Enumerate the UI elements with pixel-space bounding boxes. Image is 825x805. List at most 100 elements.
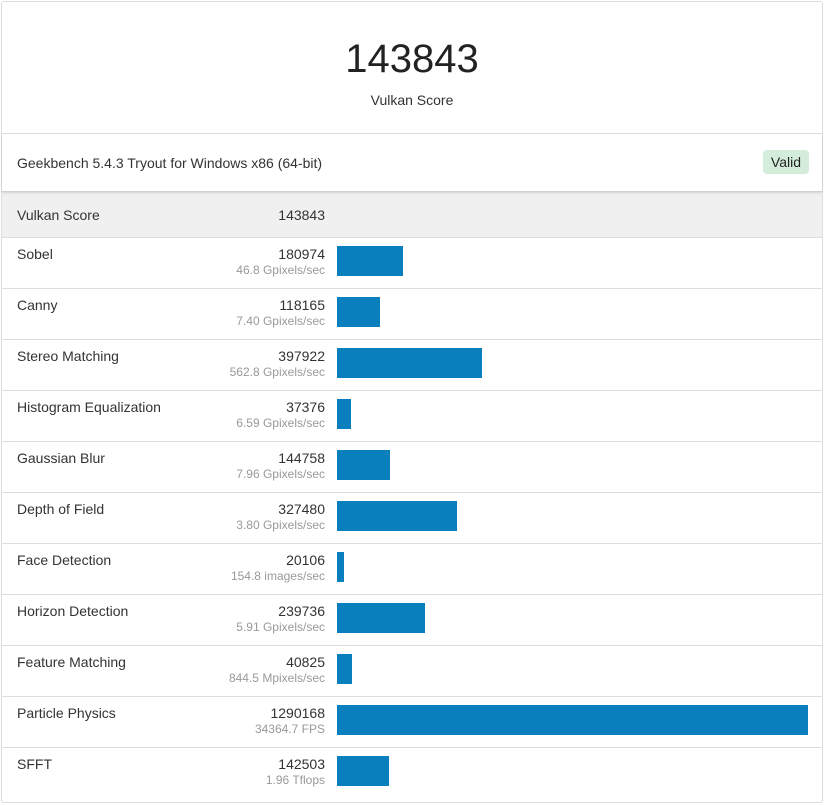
benchmark-score-cell: 142503 1.96 Tflops [208, 748, 325, 799]
overall-score-label: Vulkan Score [370, 92, 454, 108]
bar-track [337, 297, 808, 327]
bar-track [337, 552, 808, 582]
score-bar [337, 450, 390, 480]
bar-track [337, 450, 808, 480]
benchmark-score-cell: 327480 3.80 Gpixels/sec [207, 492, 325, 544]
table-row: Feature Matching 40825 844.5 Mpixels/sec [2, 645, 822, 697]
table-row: Particle Physics 1290168 34364.7 FPS [2, 696, 822, 748]
benchmark-bar-cell [325, 594, 822, 646]
status-badge: Valid [762, 150, 809, 174]
results-panel: 143843 Vulkan Score Geekbench 5.4.3 Tryo… [1, 1, 823, 803]
benchmark-score: 20106 [286, 552, 325, 568]
benchmark-name: Horizon Detection [2, 594, 208, 646]
benchmark-bar-cell [325, 543, 822, 595]
benchmark-name: Sobel [2, 237, 208, 289]
benchmark-score-cell: 180974 46.8 Gpixels/sec [207, 237, 325, 289]
score-bar [337, 552, 345, 582]
benchmark-score-cell: 397922 562.8 Gpixels/sec [207, 339, 325, 391]
benchmark-score-cell: 118165 7.40 Gpixels/sec [207, 288, 325, 340]
score-bar [337, 705, 808, 735]
benchmark-rate: 7.96 Gpixels/sec [236, 467, 325, 481]
bar-track [337, 705, 808, 735]
score-bar [337, 297, 381, 327]
bar-track [337, 246, 808, 276]
version-text: Geekbench 5.4.3 Tryout for Windows x86 (… [17, 155, 323, 171]
benchmark-bar-cell [325, 339, 822, 391]
score-bar [337, 399, 351, 429]
table-row: Face Detection 20106 154.8 images/sec [2, 543, 822, 595]
score-header: 143843 Vulkan Score [2, 2, 822, 134]
benchmark-rate: 844.5 Mpixels/sec [228, 671, 325, 685]
benchmark-score: 118165 [279, 297, 325, 313]
benchmark-rate: 154.8 images/sec [230, 569, 325, 583]
overall-score: 143843 [345, 37, 479, 81]
bar-track [337, 348, 808, 378]
benchmark-rate: 6.59 Gpixels/sec [236, 416, 325, 430]
benchmark-name: Histogram Equalization [2, 390, 208, 442]
benchmark-score: 144758 [278, 450, 325, 466]
benchmark-score: 1290168 [270, 705, 325, 721]
table-row: Depth of Field 327480 3.80 Gpixels/sec [2, 492, 822, 544]
benchmark-bar-cell [325, 492, 822, 544]
benchmark-rate: 1.96 Tflops [265, 773, 325, 787]
table-row: SFFT 142503 1.96 Tflops [2, 748, 822, 799]
benchmark-score-cell: 239736 5.91 Gpixels/sec [207, 594, 325, 646]
benchmark-rate: 7.40 Gpixels/sec [236, 314, 325, 328]
score-bar [337, 501, 457, 531]
score-bar [337, 654, 352, 684]
benchmark-rate: 46.8 Gpixels/sec [236, 263, 325, 277]
benchmark-name: Depth of Field [2, 492, 208, 544]
table-row: Canny 118165 7.40 Gpixels/sec [2, 288, 822, 340]
bar-track [337, 603, 808, 633]
benchmark-name: Stereo Matching [2, 339, 208, 391]
benchmark-score: 37376 [286, 399, 325, 415]
benchmark-name: Face Detection [2, 543, 208, 595]
benchmark-name: Feature Matching [2, 645, 208, 697]
benchmark-bar-cell [325, 237, 822, 289]
score-bar [337, 246, 404, 276]
benchmark-rate: 3.80 Gpixels/sec [236, 518, 325, 532]
total-row: Vulkan Score 143843 [2, 192, 822, 238]
benchmark-score-cell: 37376 6.59 Gpixels/sec [207, 390, 325, 442]
bar-track [337, 501, 808, 531]
bar-track [337, 756, 808, 786]
benchmark-bar-cell [325, 748, 822, 799]
benchmark-score-cell: 40825 844.5 Mpixels/sec [207, 645, 325, 697]
table-row: Sobel 180974 46.8 Gpixels/sec [2, 237, 822, 289]
benchmark-score: 327480 [278, 501, 325, 517]
benchmark-score-cell: 20106 154.8 images/sec [207, 543, 325, 595]
benchmark-rate: 562.8 Gpixels/sec [229, 365, 325, 379]
benchmark-score: 142503 [278, 756, 325, 772]
total-name: Vulkan Score [2, 192, 208, 238]
info-bar: Geekbench 5.4.3 Tryout for Windows x86 (… [2, 134, 822, 192]
score-bar [337, 603, 425, 633]
benchmark-score: 397922 [278, 348, 325, 364]
table-row: Gaussian Blur 144758 7.96 Gpixels/sec [2, 441, 822, 493]
table-row: Stereo Matching 397922 562.8 Gpixels/sec [2, 339, 822, 391]
benchmark-rate: 5.91 Gpixels/sec [236, 620, 325, 634]
benchmark-bar-cell [325, 441, 822, 493]
benchmark-name: Canny [2, 288, 208, 340]
benchmark-name: SFFT [17, 756, 52, 772]
bar-track [337, 654, 808, 684]
results-table: Vulkan Score 143843 Sobel 180974 46.8 Gpix… [2, 192, 822, 799]
benchmark-rate: 34364.7 FPS [254, 722, 325, 736]
score-bar [337, 348, 483, 378]
benchmark-bar-cell [325, 390, 822, 442]
table-row: Histogram Equalization 37376 6.59 Gpixels/… [2, 390, 822, 442]
benchmark-bar-cell [325, 696, 822, 748]
benchmark-name: Particle Physics [2, 696, 208, 748]
benchmark-score-cell: 144758 7.96 Gpixels/sec [207, 441, 325, 493]
score-bar [337, 756, 390, 786]
table-row: Horizon Detection 239736 5.91 Gpixels/sec [2, 594, 822, 646]
total-score: 143843 [207, 192, 325, 238]
benchmark-score-cell: 1290168 34364.7 FPS [207, 696, 325, 748]
benchmark-name: Gaussian Blur [2, 441, 208, 493]
benchmark-score: 180974 [278, 246, 325, 262]
benchmark-bar-cell [325, 288, 822, 340]
benchmark-score: 40825 [286, 654, 325, 670]
total-bar-cell [325, 192, 822, 238]
benchmark-bar-cell [325, 645, 822, 697]
benchmark-score: 239736 [278, 603, 325, 619]
bar-track [337, 399, 808, 429]
